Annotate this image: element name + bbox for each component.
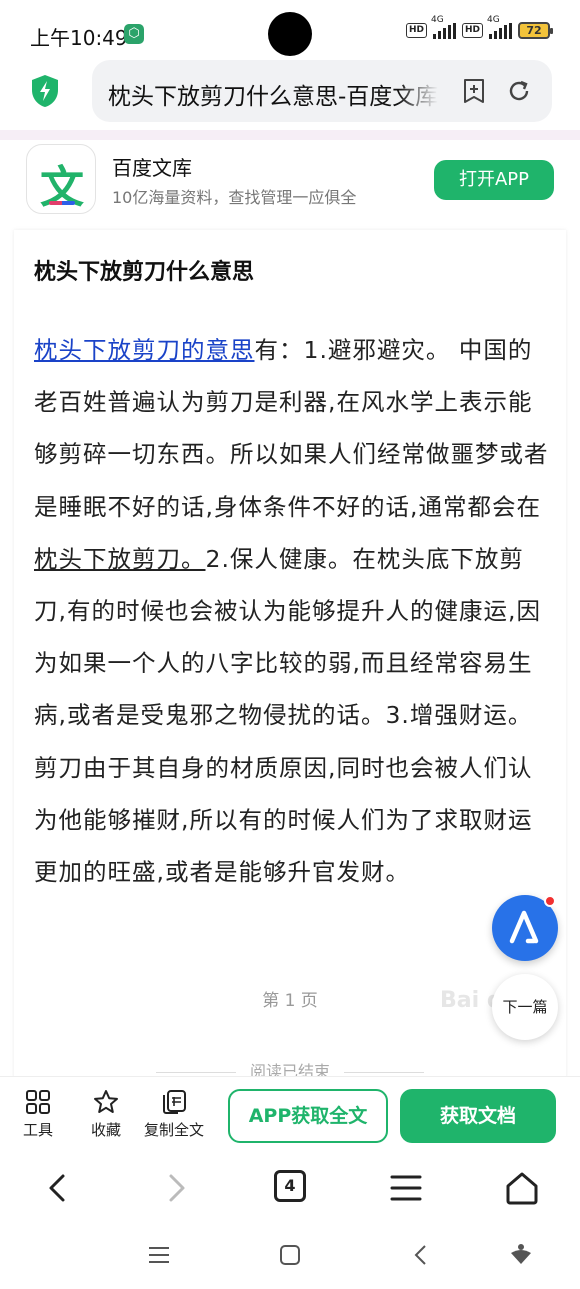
forward-arrow-icon[interactable] (156, 1168, 196, 1208)
back-arrow-icon[interactable] (38, 1168, 78, 1208)
hd-badge-2: HD (461, 23, 483, 38)
page-number: 第 1 页 (262, 991, 318, 1011)
ai-assistant-button[interactable] (492, 895, 558, 961)
notification-dot (544, 895, 556, 907)
add-bookmark-icon[interactable] (462, 78, 486, 104)
baidu-wenku-app-icon: 文 (26, 144, 96, 214)
favorite-label: 收藏 (90, 1121, 121, 1139)
recent-apps-icon[interactable] (146, 1242, 172, 1268)
system-nav-bar (0, 1220, 580, 1289)
home-square-icon[interactable] (277, 1242, 303, 1268)
status-bar: 上午10:49 ⬡ HD 4G HD 4G 72 (0, 0, 580, 62)
app-subtitle: 10亿海量资料，查找管理一应俱全 (112, 188, 357, 207)
body-text-2: 2.保人健康。在枕头底下放剪刀,有的时候也会被认为能够提升人的健康运,因为如果一… (34, 544, 541, 887)
get-document-button[interactable]: 获取文档 (400, 1089, 556, 1143)
document-body: 枕头下放剪刀的意思有：1.避邪避灾。 中国的老百姓普遍认为剪刀是利器,在风水学上… (34, 324, 554, 898)
document-title: 枕头下放剪刀什么意思 (34, 260, 255, 285)
copy-document-icon (163, 1090, 186, 1114)
battery-icon: 72 (518, 22, 553, 39)
hd-badge: HD (405, 23, 427, 38)
banner-divider (0, 130, 580, 140)
menu-icon[interactable] (386, 1168, 426, 1208)
refresh-icon[interactable] (506, 78, 532, 104)
camera-cutout (268, 12, 312, 56)
vpn-shield-icon: ⬡ (124, 24, 144, 44)
tools-label: 工具 (22, 1121, 53, 1139)
app-name: 百度文库 (112, 156, 192, 180)
copy-full-text-label: 复制全文 (143, 1121, 204, 1139)
status-right: HD 4G HD 4G 72 (405, 15, 553, 39)
grid-icon (26, 1090, 50, 1114)
app-banner: 文 百度文库 10亿海量资料，查找管理一应俱全 打开APP (0, 140, 580, 230)
app-get-full-text-button[interactable]: APP获取全文 (228, 1089, 388, 1143)
keyword-link[interactable]: 枕头下放剪刀的意思 (34, 336, 255, 364)
status-time: 上午10:49 (30, 26, 128, 50)
next-article-button[interactable]: 下一篇 (492, 974, 558, 1040)
underlined-phrase: 枕头下放剪刀。 (34, 544, 206, 573)
home-icon[interactable] (502, 1168, 542, 1208)
browser-nav-bar: 4 (0, 1156, 580, 1220)
copy-full-text-button[interactable]: 复制全文 (140, 1089, 208, 1140)
open-app-button[interactable]: 打开APP (434, 160, 554, 200)
url-text[interactable]: 枕头下放剪刀什么意思-百度文库 (108, 77, 438, 111)
signal-icon-2: 4G (487, 15, 512, 39)
star-icon (94, 1090, 118, 1113)
favorite-button[interactable]: 收藏 (76, 1089, 136, 1140)
assistant-icon[interactable] (508, 1242, 534, 1268)
bottom-toolbar: 工具 收藏 复制全文 APP获取全文 获取文档 (0, 1076, 580, 1156)
document-page: 枕头下放剪刀什么意思 枕头下放剪刀的意思有：1.避邪避灾。 中国的老百姓普遍认为… (14, 230, 566, 1081)
security-shield-icon[interactable] (30, 74, 60, 108)
url-field[interactable]: 枕头下放剪刀什么意思-百度文库 (92, 60, 552, 122)
tabs-button[interactable]: 4 (274, 1170, 306, 1202)
system-back-icon[interactable] (408, 1242, 434, 1268)
signal-icon: 4G (431, 15, 456, 39)
tools-button[interactable]: 工具 (8, 1089, 68, 1140)
address-bar-row: 枕头下放剪刀什么意思-百度文库 (0, 58, 580, 126)
